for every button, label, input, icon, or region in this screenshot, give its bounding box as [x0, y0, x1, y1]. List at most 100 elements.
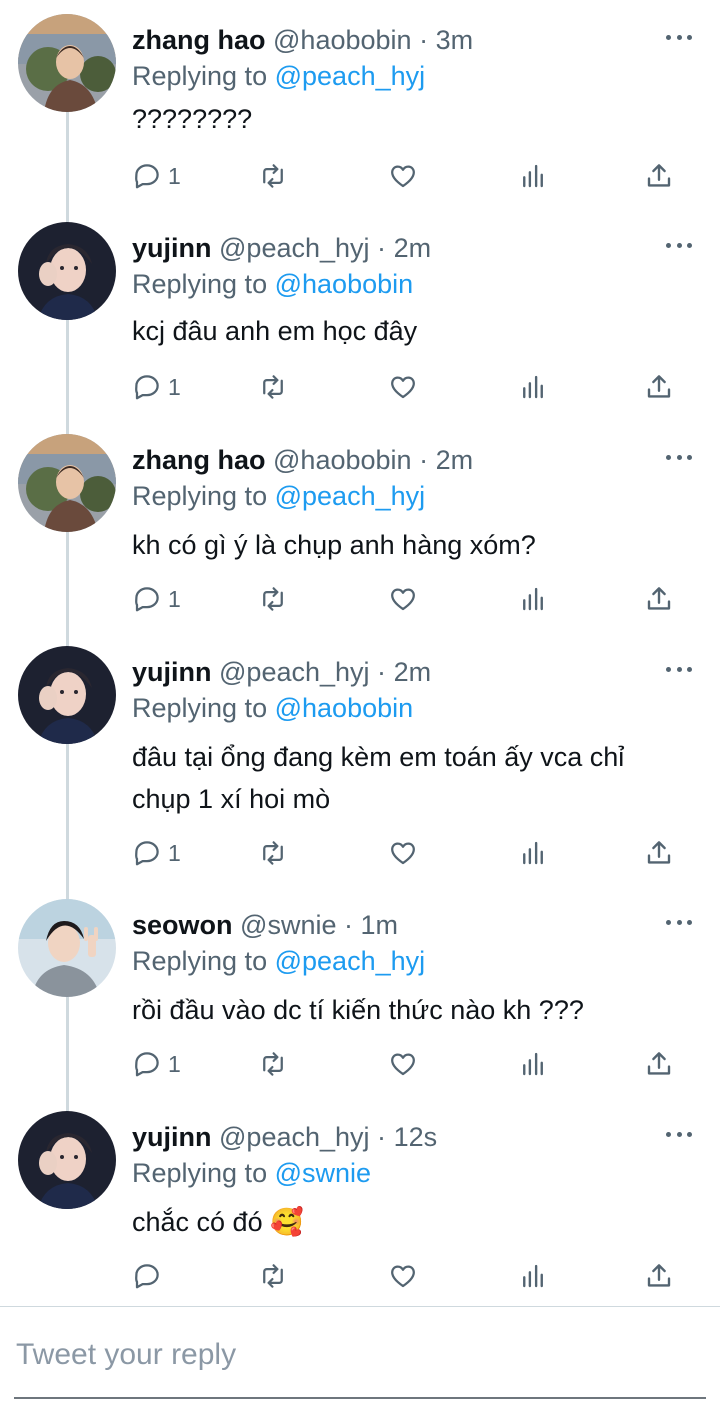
tweet-text-line: rồi đầu vào dc tí kiến thức nào kh ??? [132, 995, 584, 1025]
heart-icon [391, 1265, 415, 1288]
avatar-yujinn[interactable] [18, 1111, 116, 1209]
user-handle[interactable]: @haobobin [273, 445, 412, 475]
share-button[interactable] [644, 1256, 674, 1296]
replying-to-mention[interactable]: @peach_hyj [275, 61, 426, 91]
more-options-icon[interactable] [666, 232, 692, 258]
like-button[interactable] [388, 833, 418, 873]
heart-icon [391, 376, 415, 399]
tweet-text: đâu tại ổng đang kèm em toán ấy vca chỉ … [132, 736, 692, 820]
tweet-text: ???????? [132, 98, 692, 140]
display-name[interactable]: zhang hao [132, 445, 266, 475]
retweet-button[interactable] [258, 1044, 288, 1084]
replying-to-mention[interactable]: @swnie [275, 1158, 371, 1188]
tweet-text: chắc có đó 🥰 [132, 1201, 692, 1243]
reply-icon [135, 375, 159, 400]
replying-to-label: Replying to [132, 61, 268, 91]
like-button[interactable] [388, 1044, 418, 1084]
reply-count: 1 [168, 1050, 181, 1077]
tweet-actions: 1 [132, 1044, 692, 1084]
heart-icon [391, 588, 415, 611]
tweet-text-line: kcj đâu anh em học đây [132, 316, 418, 346]
avatar-yujinn[interactable] [18, 222, 116, 320]
timestamp[interactable]: 2m [394, 233, 432, 263]
heart-icon [391, 165, 415, 188]
analytics-button[interactable] [518, 1044, 548, 1084]
user-handle[interactable]: @peach_hyj [219, 233, 370, 263]
analytics-button[interactable] [518, 833, 548, 873]
replying-to-label: Replying to [132, 693, 268, 723]
tweet-text-line: chắc có đó 🥰 [132, 1207, 304, 1237]
timestamp[interactable]: 12s [394, 1122, 438, 1152]
reply-button[interactable]: 1 [132, 156, 181, 196]
replying-to-mention[interactable]: @haobobin [275, 693, 414, 723]
avatar-seowon[interactable] [18, 899, 116, 997]
tweet-actions: 1 [132, 156, 692, 196]
display-name[interactable]: zhang hao [132, 25, 266, 55]
more-options-icon[interactable] [666, 444, 692, 470]
display-name[interactable]: yujinn [132, 233, 212, 263]
tweet-text-line: đâu tại ổng đang kèm em toán ấy vca chỉ [132, 742, 625, 772]
user-handle[interactable]: @peach_hyj [219, 1122, 370, 1152]
reply-button[interactable]: 1 [132, 579, 181, 619]
reply-button[interactable] [132, 1256, 168, 1296]
heart-icon [391, 1053, 415, 1076]
avatar-image [18, 646, 116, 744]
timestamp[interactable]: 2m [394, 657, 432, 687]
share-button[interactable] [644, 1044, 674, 1084]
display-name[interactable]: yujinn [132, 1122, 212, 1152]
display-name[interactable]: seowon [132, 910, 233, 940]
reply-input[interactable] [16, 1331, 706, 1379]
replying-to-mention[interactable]: @peach_hyj [275, 481, 426, 511]
timestamp[interactable]: 3m [436, 25, 474, 55]
reply-input-underline [14, 1397, 706, 1399]
replying-to-mention[interactable]: @haobobin [275, 269, 414, 299]
like-button[interactable] [388, 1256, 418, 1296]
retweet-button[interactable] [258, 833, 288, 873]
retweet-icon [263, 1052, 283, 1076]
analytics-button[interactable] [518, 1256, 548, 1296]
analytics-icon [523, 587, 543, 611]
tweet-text: kh có gì ý là chụp anh hàng xóm? [132, 524, 692, 566]
retweet-button[interactable] [258, 367, 288, 407]
reply-count: 1 [168, 839, 181, 866]
more-options-icon[interactable] [666, 909, 692, 935]
like-button[interactable] [388, 156, 418, 196]
share-icon [647, 1052, 671, 1075]
avatar-zhang-hao[interactable] [18, 14, 116, 112]
tweet-text-line: ???????? [132, 104, 253, 134]
analytics-button[interactable] [518, 156, 548, 196]
avatar-yujinn[interactable] [18, 646, 116, 744]
more-options-icon[interactable] [666, 656, 692, 682]
share-button[interactable] [644, 156, 674, 196]
like-button[interactable] [388, 579, 418, 619]
replying-to-mention[interactable]: @peach_hyj [275, 946, 426, 976]
share-button[interactable] [644, 579, 674, 619]
reply-button[interactable]: 1 [132, 1044, 181, 1084]
replying-to-label: Replying to [132, 269, 268, 299]
retweet-icon [263, 375, 283, 399]
avatar-image [18, 1111, 116, 1209]
user-handle[interactable]: @haobobin [273, 25, 412, 55]
display-name[interactable]: yujinn [132, 657, 212, 687]
analytics-button[interactable] [518, 579, 548, 619]
reply-button[interactable]: 1 [132, 833, 181, 873]
like-button[interactable] [388, 367, 418, 407]
user-handle[interactable]: @swnie [240, 910, 336, 940]
retweet-button[interactable] [258, 1256, 288, 1296]
retweet-button[interactable] [258, 579, 288, 619]
replying-to-label: Replying to [132, 946, 268, 976]
user-handle[interactable]: @peach_hyj [219, 657, 370, 687]
more-options-icon[interactable] [666, 1121, 692, 1147]
more-options-icon[interactable] [666, 24, 692, 50]
heart-icon [391, 842, 415, 865]
avatar-zhang-hao[interactable] [18, 434, 116, 532]
analytics-button[interactable] [518, 367, 548, 407]
reply-button[interactable]: 1 [132, 367, 181, 407]
timestamp[interactable]: 1m [361, 910, 399, 940]
retweet-button[interactable] [258, 156, 288, 196]
share-button[interactable] [644, 367, 674, 407]
timestamp[interactable]: 2m [436, 445, 474, 475]
share-icon [647, 164, 671, 187]
reply-icon [135, 1264, 159, 1289]
share-button[interactable] [644, 833, 674, 873]
